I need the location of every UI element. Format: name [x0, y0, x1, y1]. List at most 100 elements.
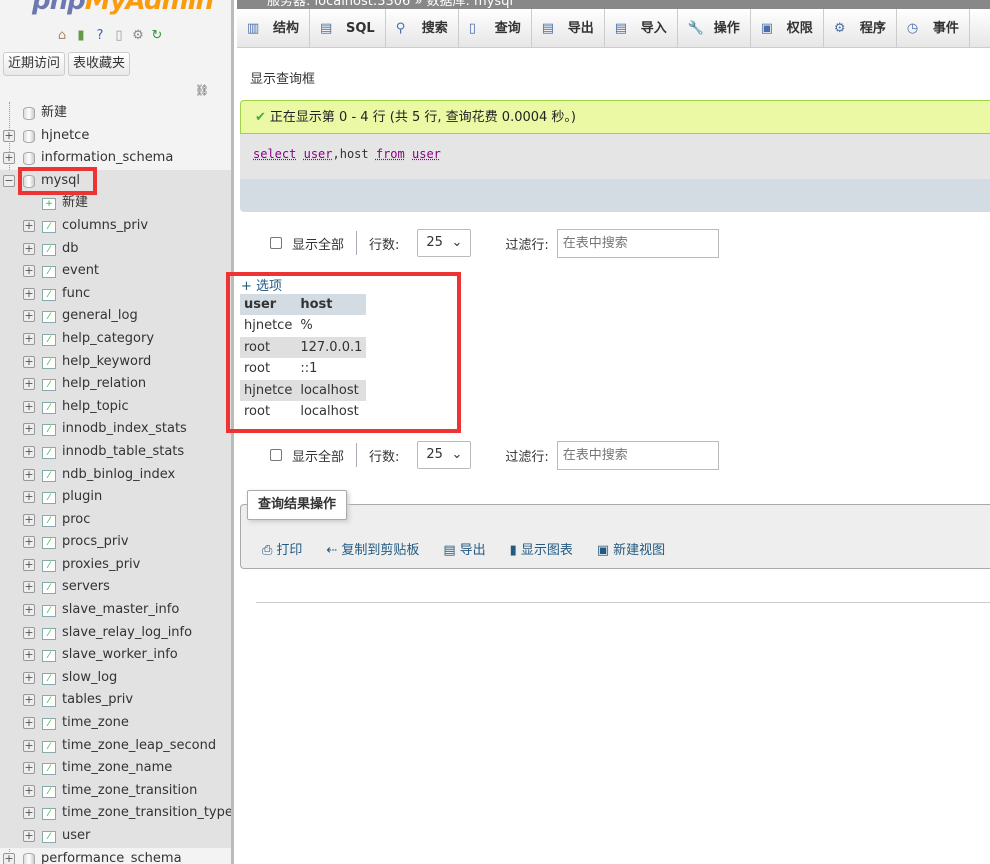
expand-icon[interactable]: +: [23, 739, 35, 752]
tree-item-table[interactable]: + ⁄ time_zone: [0, 712, 231, 735]
database-icon: [23, 107, 35, 120]
tab-structure[interactable]: ▥ 结构: [237, 9, 311, 48]
tab-export[interactable]: ▤ 导出: [532, 9, 605, 48]
expand-icon[interactable]: +: [23, 807, 35, 820]
expand-icon[interactable]: +: [23, 626, 35, 639]
expand-icon[interactable]: +: [23, 378, 35, 391]
tab-query[interactable]: ▯ 查询: [459, 9, 532, 48]
tree-item-table[interactable]: + ⁄ time_zone_name: [0, 757, 231, 780]
tab-sql[interactable]: ▤ SQL: [310, 9, 386, 48]
tree-item-table[interactable]: + ⁄ ndb_binlog_index: [0, 463, 231, 487]
tree-item-table[interactable]: + ⁄ columns_priv: [0, 214, 231, 238]
tree-item-new[interactable]: 新建: [0, 102, 231, 125]
tab-routines[interactable]: ⚙ 程序: [824, 9, 897, 48]
expand-icon[interactable]: +: [23, 468, 35, 481]
tree-item-table[interactable]: + ⁄ tables_priv: [0, 689, 231, 713]
expand-icon[interactable]: +: [23, 784, 35, 797]
expand-icon[interactable]: +: [23, 445, 35, 458]
new-table-icon: +: [42, 198, 56, 211]
expand-icon[interactable]: +: [23, 265, 35, 278]
show-query-box-link[interactable]: 显示查询框: [250, 68, 315, 87]
tree-item-table[interactable]: + ⁄ slave_master_info: [0, 599, 231, 622]
expand-icon[interactable]: +: [23, 604, 35, 617]
tree-item-table[interactable]: + ⁄ help_relation: [0, 373, 231, 396]
show-all-checkbox[interactable]: [270, 449, 282, 461]
docs-icon[interactable]: ▯: [111, 28, 127, 44]
recent-button[interactable]: 近期访问: [3, 52, 66, 76]
tree-item-table[interactable]: + ⁄ general_log: [0, 305, 231, 328]
expand-icon[interactable]: +: [23, 558, 35, 571]
expand-icon[interactable]: +: [23, 513, 35, 526]
expand-icon[interactable]: +: [3, 129, 15, 142]
tree-item-table[interactable]: + ⁄ proc: [0, 508, 231, 532]
tree-item-table[interactable]: + ⁄ time_zone_transition: [0, 779, 231, 803]
tree-item-table[interactable]: + ⁄ servers: [0, 576, 231, 600]
show-all-checkbox[interactable]: [270, 237, 282, 249]
expand-icon[interactable]: +: [23, 242, 35, 255]
expand-icon[interactable]: +: [23, 671, 35, 684]
breadcrumb[interactable]: 服务器: localhost:3306 » 数据库: mysql: [237, 0, 990, 9]
export-link[interactable]: ▤ 导出: [443, 539, 485, 558]
expand-icon[interactable]: +: [23, 649, 35, 662]
tree-item-table[interactable]: + ⁄ func: [0, 282, 231, 306]
database-tree: 新建 + hjnetce + information_schema − mysql +…: [0, 102, 231, 864]
tree-item-table[interactable]: + ⁄ slave_worker_info: [0, 644, 231, 667]
expand-icon[interactable]: +: [23, 310, 35, 323]
expand-icon[interactable]: +: [23, 355, 35, 368]
tree-item-table[interactable]: + ⁄ plugin: [0, 486, 231, 509]
tab-privileges[interactable]: ▣ 权限: [751, 9, 824, 48]
tab-events[interactable]: ◷ 事件: [897, 9, 970, 48]
expand-icon[interactable]: +: [3, 152, 15, 165]
help-icon[interactable]: ?: [92, 28, 108, 44]
expand-icon[interactable]: +: [23, 400, 35, 413]
expand-icon[interactable]: +: [23, 694, 35, 707]
new-view-link[interactable]: ▣ 新建视图: [597, 539, 665, 558]
tree-item-hjnetce[interactable]: + hjnetce: [0, 125, 231, 148]
link-icon[interactable]: ⛓: [195, 84, 209, 97]
tree-item-table[interactable]: + ⁄ event: [0, 260, 231, 283]
tree-item-table[interactable]: + ⁄ innodb_table_stats: [0, 440, 231, 464]
logout-icon[interactable]: ▮: [73, 28, 89, 44]
favorites-button[interactable]: 表收藏夹: [68, 52, 131, 76]
expand-icon[interactable]: +: [23, 332, 35, 345]
tree-item-new-table[interactable]: + 新建: [0, 192, 231, 215]
reload-icon[interactable]: ↻: [149, 28, 165, 44]
tree-item-table[interactable]: + ⁄ help_topic: [0, 395, 231, 419]
expand-icon[interactable]: +: [23, 491, 35, 504]
rows-select[interactable]: 25 ⌄: [417, 229, 472, 257]
collapse-icon[interactable]: −: [3, 174, 15, 187]
print-link[interactable]: ⎙ 打印: [262, 539, 302, 558]
tree-item-table[interactable]: + ⁄ help_keyword: [0, 350, 231, 374]
tree-item-table[interactable]: + ⁄ innodb_index_stats: [0, 418, 231, 441]
tree-item-table[interactable]: + ⁄ time_zone_leap_second: [0, 734, 231, 758]
rows-select[interactable]: 25 ⌄: [417, 441, 472, 469]
phpmyadmin-logo[interactable]: phpMyAdmin: [32, 0, 214, 16]
settings-icon[interactable]: ⚙: [130, 28, 146, 44]
expand-icon[interactable]: +: [23, 581, 35, 594]
tab-search[interactable]: ⚲ 搜索: [386, 9, 459, 48]
expand-icon[interactable]: +: [23, 762, 35, 775]
clipboard-link[interactable]: ⇠ 复制到剪贴板: [326, 539, 419, 558]
tree-item-table[interactable]: + ⁄ procs_priv: [0, 531, 231, 554]
tree-item-table[interactable]: + ⁄ slow_log: [0, 666, 231, 690]
tree-item-table[interactable]: + ⁄ user: [0, 825, 231, 848]
tree-item-performance-schema[interactable]: + performance_schema: [0, 848, 231, 864]
expand-icon[interactable]: +: [23, 830, 35, 842]
tree-item-table[interactable]: + ⁄ proxies_priv: [0, 553, 231, 577]
expand-icon[interactable]: +: [23, 423, 35, 436]
tab-wrench[interactable]: 🔧 操作: [678, 9, 751, 48]
expand-icon[interactable]: +: [23, 536, 35, 549]
chart-link[interactable]: ▮ 显示图表: [510, 539, 573, 558]
tree-item-table[interactable]: + ⁄ time_zone_transition_type: [0, 802, 231, 825]
expand-icon[interactable]: +: [3, 852, 15, 864]
tree-item-table[interactable]: + ⁄ help_category: [0, 327, 231, 351]
filter-rows-input[interactable]: 在表中搜索: [556, 228, 719, 258]
filter-rows-input[interactable]: 在表中搜索: [556, 440, 719, 470]
expand-icon[interactable]: +: [23, 717, 35, 730]
home-icon[interactable]: ⌂: [54, 28, 70, 44]
expand-icon[interactable]: +: [23, 287, 35, 300]
expand-icon[interactable]: +: [23, 219, 35, 232]
tab-import[interactable]: ▤ 导入: [605, 9, 678, 48]
tree-item-table[interactable]: + ⁄ db: [0, 237, 231, 261]
tree-item-table[interactable]: + ⁄ slave_relay_log_info: [0, 621, 231, 645]
